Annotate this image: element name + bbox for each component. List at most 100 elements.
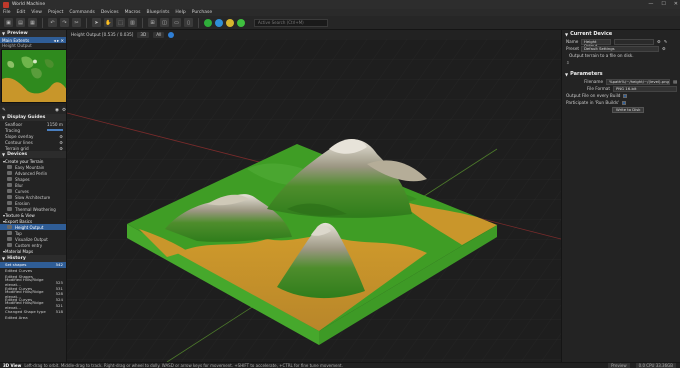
preset-row: Preset Default Settings ⚙ [562, 45, 680, 52]
new-project-icon[interactable]: ▣ [4, 18, 13, 27]
preset-select[interactable]: Default Settings [581, 45, 659, 52]
history-value: 542 [55, 262, 63, 268]
tracing-slider[interactable] [47, 129, 63, 131]
preview-header[interactable]: ▼ Preview [0, 30, 66, 37]
gear-icon[interactable]: ⚙ [59, 146, 63, 151]
history-list: Set shapes 542 Edited Curves Edited Shapes M… [0, 262, 66, 320]
close-button[interactable]: ✕ [674, 1, 678, 7]
device-note-field[interactable] [614, 38, 654, 45]
file-format-label: File Format [586, 86, 610, 91]
device-category[interactable]: ▾ Material Maps [0, 248, 66, 254]
split-icon[interactable]: ◫ [160, 18, 169, 27]
panel-icon[interactable]: ▯ [184, 18, 193, 27]
gear-icon[interactable]: ⚙ [657, 39, 661, 44]
menu-project[interactable]: Project [48, 10, 63, 15]
device-icon [7, 165, 12, 169]
left-panel: ▼ Preview Main Extents ◂ ▸ ✕ Height Output… [0, 30, 67, 362]
device-icon [7, 237, 12, 241]
hand-icon[interactable]: ✋ [104, 18, 113, 27]
participate-checkbox[interactable] [622, 100, 627, 105]
menu-devices[interactable]: Devices [101, 10, 119, 15]
pin-icon[interactable]: ✎ [2, 108, 6, 113]
frame-icon[interactable]: ⬚ [116, 18, 125, 27]
cut-icon[interactable]: ✂ [72, 18, 81, 27]
export-icon[interactable]: ⇩ [566, 60, 570, 65]
history-header[interactable]: ▼ History [0, 255, 66, 262]
build-green-icon[interactable] [204, 18, 212, 27]
edit-icon[interactable]: ✎ [664, 39, 668, 44]
history-item[interactable]: Modified Hills/Ridge elevat… 525 [0, 277, 66, 287]
menu-commands[interactable]: Commands [69, 10, 94, 15]
output-every-build-checkbox[interactable] [623, 93, 628, 98]
device-label: Visualize Output [15, 236, 48, 242]
device-label: Advanced Perlin [15, 170, 48, 176]
device-tools: ⇩ [562, 59, 680, 66]
layout-icon[interactable]: ▥ [128, 18, 137, 27]
gear-icon[interactable]: ⚙ [59, 134, 63, 139]
filename-field[interactable]: %path%/~/height/~/(level).png [606, 78, 671, 85]
camera-icon[interactable]: ◉ [55, 108, 59, 113]
preview-image [1, 49, 66, 103]
menu-purchase[interactable]: Purchase [192, 10, 212, 15]
grid-icon[interactable]: ⊞ [148, 18, 157, 27]
redo-icon[interactable]: ↷ [60, 18, 69, 27]
device-label: Slow Architecture [15, 194, 51, 200]
view-mode-toggle[interactable]: 3D [137, 31, 150, 38]
search-input[interactable]: Active Search (Ctrl+M) [254, 18, 328, 27]
gear-icon[interactable]: ⚙ [662, 46, 666, 51]
toolbar: ▣ ▤ ▦ ↶ ↷ ✂ ➤ ✋ ⬚ ▥ ⊞ ◫ ▭ ▯ Active Searc… [0, 16, 680, 30]
build-yellow-icon[interactable] [226, 18, 234, 27]
pointer-icon[interactable]: ➤ [92, 18, 101, 27]
history-value: 525 [55, 279, 63, 285]
device-description: Output terrain to a file on disk. [569, 53, 634, 58]
folder-icon[interactable]: ▤ [673, 79, 677, 84]
menu-file[interactable]: File [3, 10, 11, 15]
viewport-header: Height Output [0.535 / 0.035] 3D All [67, 30, 561, 39]
filename-label: Filename [584, 79, 604, 84]
write-to-disk-button[interactable]: Write to Disk [612, 106, 645, 113]
preview-arrows-icon[interactable]: ◂ ▸ ✕ [54, 38, 64, 43]
devices-header[interactable]: ▼ Devices [0, 151, 66, 158]
parameters-header[interactable]: ▼ Parameters [562, 70, 680, 78]
build-blue-icon[interactable] [215, 18, 223, 27]
guide-label: Seafloor [5, 121, 23, 127]
build-all-icon[interactable] [237, 18, 245, 27]
settings-icon[interactable]: ⚙ [62, 108, 66, 113]
device-list: ▾ Create your Terrain Easy Mountain Advanc… [0, 158, 66, 254]
3d-viewport[interactable]: Height Output [0.535 / 0.035] 3D All [67, 30, 561, 362]
guide-label: Terrain grid [5, 145, 29, 151]
open-icon[interactable]: ▤ [16, 18, 25, 27]
preview-status-button[interactable]: Preview [608, 363, 630, 368]
viewport-title: Height Output [0.535 / 0.035] [71, 32, 134, 37]
history-item[interactable]: Changed Shape type 518 [0, 308, 66, 314]
toolbar-separator [198, 17, 199, 28]
write-row: Write to Disk [562, 106, 680, 113]
view-icon[interactable]: ▭ [172, 18, 181, 27]
current-device-header[interactable]: ▼ Current Device [562, 30, 680, 38]
app-icon [3, 1, 9, 8]
display-guides-header[interactable]: ▼ Display Guides [0, 114, 66, 121]
menu-help[interactable]: Help [175, 10, 185, 15]
camera-reset-icon[interactable] [168, 31, 175, 38]
history-item[interactable]: Modified Hills/Ridge elevat… 528 [0, 289, 66, 299]
layer-filter[interactable]: All [153, 31, 165, 38]
history-item[interactable]: Edited Area [0, 314, 66, 320]
device-name-field[interactable]: Height Output [581, 38, 611, 47]
guide-label: Slope overlay [5, 133, 34, 139]
menu-blueprints[interactable]: Blueprints [147, 10, 170, 15]
history-item[interactable]: Modified Hills/Ridge elevat… 521 [0, 300, 66, 310]
gear-icon[interactable]: ⚙ [59, 140, 63, 145]
device-name-row: Name Height Output ⚙✎ [562, 38, 680, 47]
menu-macros[interactable]: Macros [125, 10, 141, 15]
device-label: Tap [15, 230, 22, 236]
save-icon[interactable]: ▦ [28, 18, 37, 27]
menu-view[interactable]: View [31, 10, 42, 15]
maximize-button[interactable]: ☐ [661, 1, 665, 7]
guide-value: 1150 m [46, 121, 63, 127]
minimize-button[interactable]: — [648, 1, 653, 7]
menu-edit[interactable]: Edit [17, 10, 26, 15]
file-format-select[interactable]: PNG 16-bit [613, 85, 677, 92]
device-label: Texture & View [5, 212, 35, 218]
undo-icon[interactable]: ↶ [48, 18, 57, 27]
history-label: Set shapes [5, 262, 27, 268]
